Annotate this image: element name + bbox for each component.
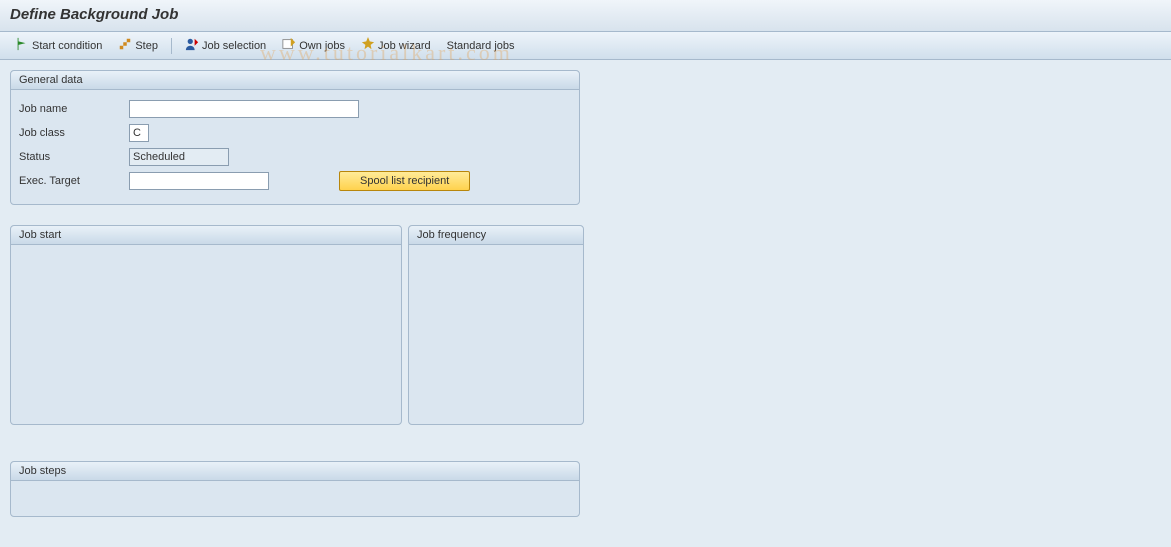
row-job-class: Job class: [19, 122, 571, 144]
tb-label: Standard jobs: [447, 40, 515, 52]
label-job-class: Job class: [19, 127, 129, 139]
status-field: [129, 148, 229, 166]
step-button[interactable]: Step: [111, 36, 165, 56]
title-bar: Define Background Job: [0, 0, 1171, 32]
job-frequency-group: Job frequency: [408, 225, 584, 425]
row-exec-target: Exec. Target Spool list recipient: [19, 170, 571, 192]
standard-jobs-button[interactable]: Standard jobs: [440, 36, 522, 56]
row-job-name: Job name: [19, 98, 571, 120]
label-status: Status: [19, 151, 129, 163]
tb-label: Start condition: [32, 40, 102, 52]
own-jobs-icon: [282, 37, 296, 54]
tb-label: Own jobs: [299, 40, 345, 52]
tb-label: Job wizard: [378, 40, 431, 52]
wizard-icon: [361, 37, 375, 54]
flag-icon: [15, 37, 29, 54]
exec-target-input[interactable]: [129, 172, 269, 190]
label-job-name: Job name: [19, 103, 129, 115]
page-title: Define Background Job: [10, 6, 1161, 23]
spool-list-recipient-button[interactable]: Spool list recipient: [339, 171, 470, 191]
person-select-icon: [185, 37, 199, 54]
job-steps-group: Job steps: [10, 461, 580, 517]
general-data-group: General data Job name Job class Status E…: [10, 70, 580, 205]
content-area: General data Job name Job class Status E…: [0, 60, 1171, 547]
start-condition-button[interactable]: Start condition: [8, 36, 109, 56]
toolbar: Start condition Step Job selection Own j…: [0, 32, 1171, 60]
own-jobs-button[interactable]: Own jobs: [275, 36, 352, 56]
tb-label: Step: [135, 40, 158, 52]
steps-icon: [118, 37, 132, 54]
middle-row: Job start Job frequency: [10, 225, 1161, 425]
group-caption: Job frequency: [409, 226, 583, 245]
job-name-input[interactable]: [129, 100, 359, 118]
job-selection-button[interactable]: Job selection: [178, 36, 273, 56]
row-status: Status: [19, 146, 571, 168]
group-body: [11, 481, 579, 497]
label-exec-target: Exec. Target: [19, 175, 129, 187]
group-caption: Job steps: [11, 462, 579, 481]
job-class-input[interactable]: [129, 124, 149, 142]
group-body: Job name Job class Status Exec. Target S…: [11, 90, 579, 204]
group-caption: General data: [11, 71, 579, 90]
tb-label: Job selection: [202, 40, 266, 52]
separator: [171, 38, 172, 54]
job-wizard-button[interactable]: Job wizard: [354, 36, 438, 56]
job-start-group: Job start: [10, 225, 402, 425]
group-caption: Job start: [11, 226, 401, 245]
